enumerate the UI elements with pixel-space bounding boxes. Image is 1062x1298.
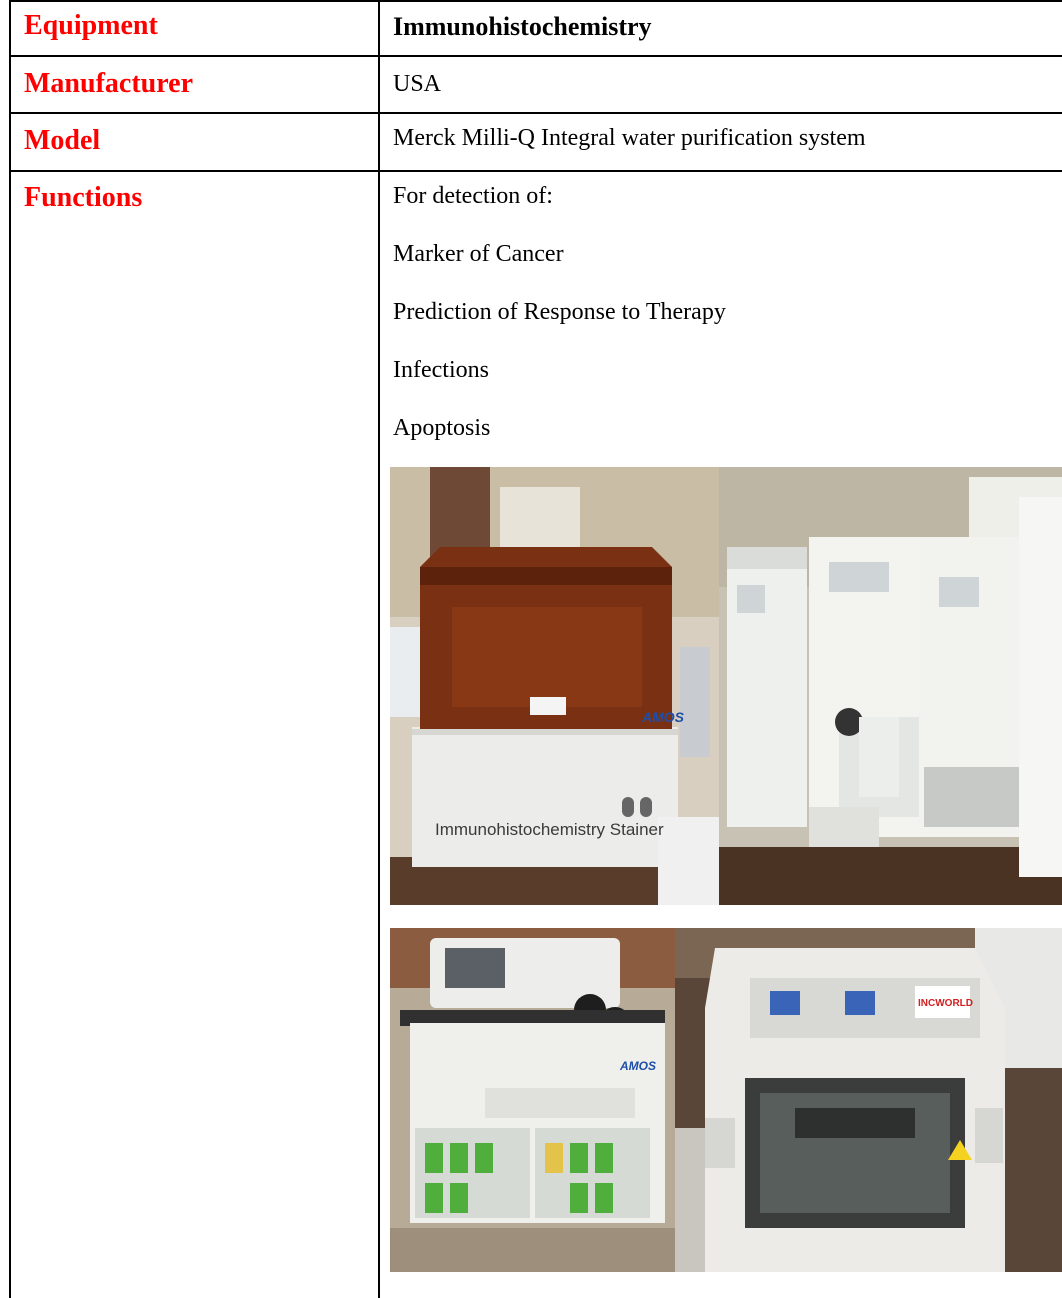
function-line: Infections (393, 357, 489, 383)
model-label: Model (24, 125, 101, 156)
function-line: Marker of Cancer (393, 241, 564, 267)
photo-ihc-stainer: AMOS Immunohistochemistry Stainer (390, 467, 719, 905)
equipment-info-table: Equipment Immunohistochemistry Manufactu… (9, 0, 1062, 1298)
processor-brand-text: AMOS (619, 1059, 656, 1073)
function-line: Prediction of Response to Therapy (393, 299, 726, 325)
equipment-label: Equipment (24, 10, 158, 41)
embedding-brand-text: INCWORLD (918, 998, 973, 1009)
table-border-left (9, 0, 11, 1298)
table-border-middle (378, 0, 380, 1298)
stainer-brand-text: AMOS (641, 709, 685, 725)
function-line: For detection of: (393, 183, 553, 209)
table-border-row1 (9, 55, 1062, 57)
functions-label: Functions (24, 182, 143, 213)
manufacturer-label: Manufacturer (24, 68, 193, 99)
table-border-top (9, 0, 1062, 2)
manufacturer-value: USA (393, 71, 442, 97)
model-value: Merck Milli-Q Integral water purificatio… (393, 125, 866, 151)
photo-tissue-processor: AMOS (390, 928, 675, 1272)
photo-tissue-station (719, 467, 1062, 905)
function-line: Apoptosis (393, 415, 491, 441)
equipment-value: Immunohistochemistry (393, 12, 652, 41)
table-border-row2 (9, 112, 1062, 114)
stainer-caption-text: Immunohistochemistry Stainer (435, 820, 664, 839)
table-border-row3 (9, 170, 1062, 172)
photo-embedding-station: INCWORLD (675, 928, 1062, 1272)
